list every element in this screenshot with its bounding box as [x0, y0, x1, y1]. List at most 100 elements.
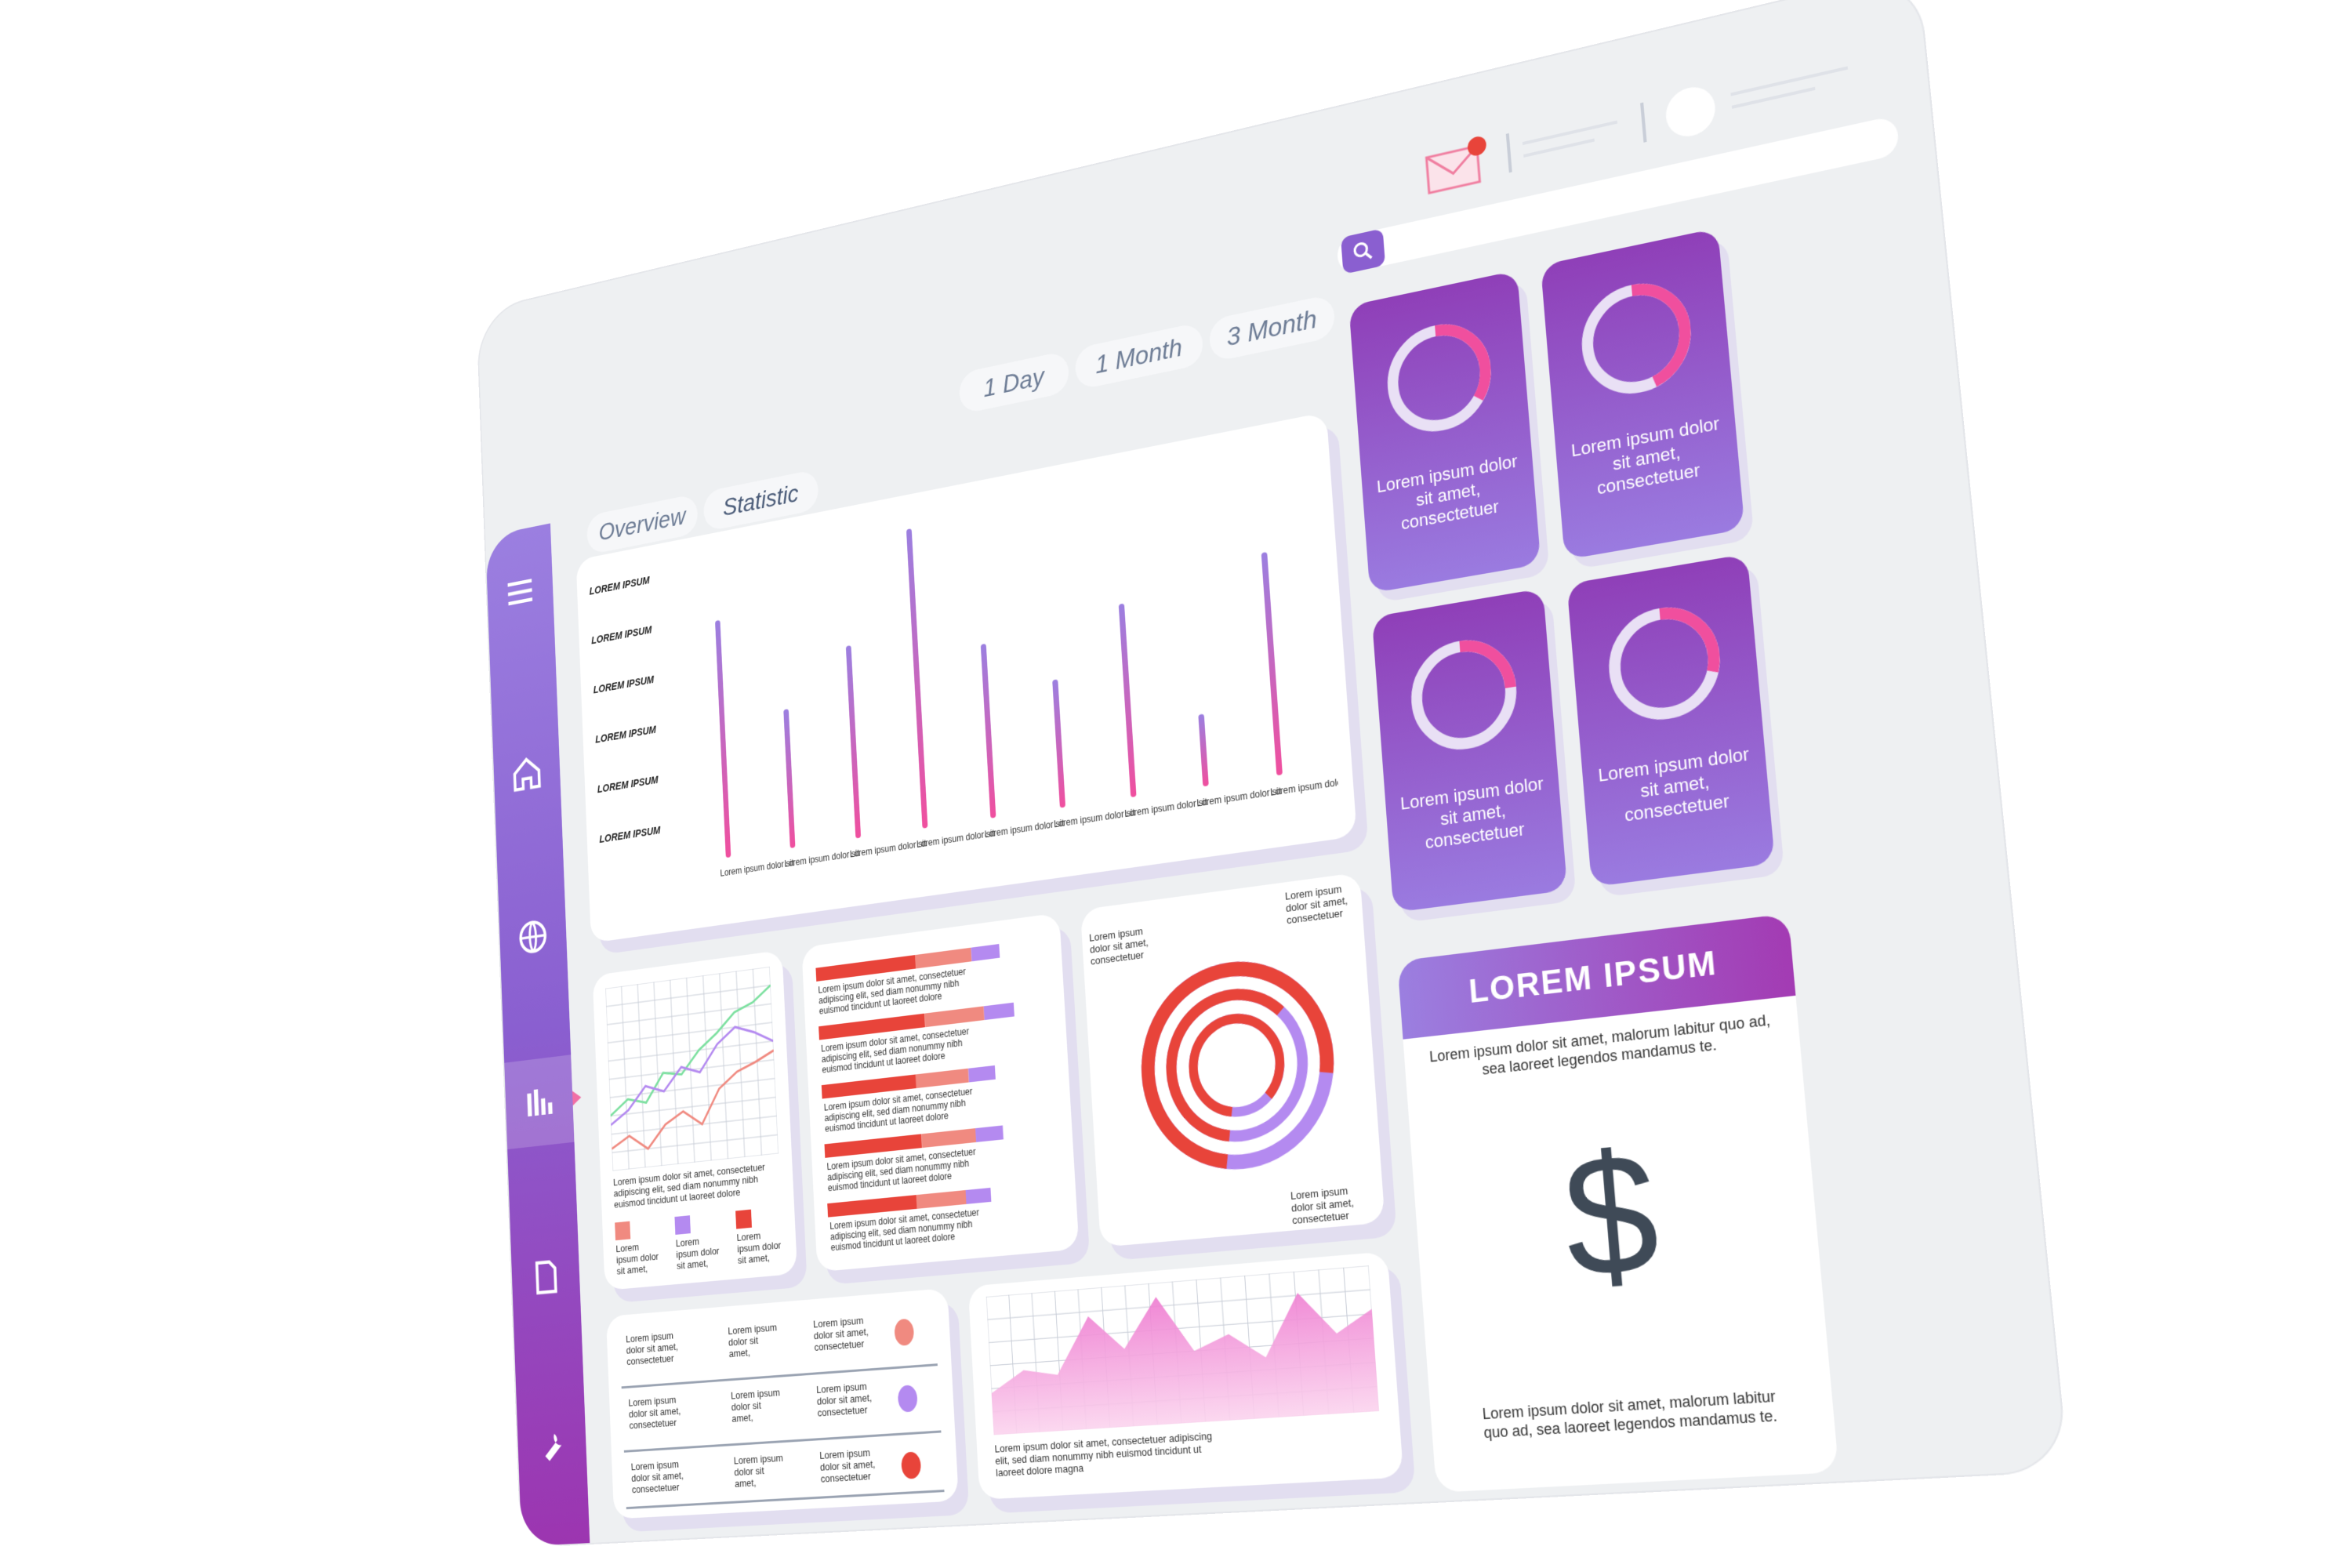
line-chart-card: Lorem ipsum dolor sit amet, consectetuer…	[592, 949, 798, 1291]
list-cell: Lorem ipsum dolor sit amet,	[733, 1451, 784, 1490]
list-cell: Lorem ipsum dolor sit amet,	[728, 1321, 778, 1360]
search-icon	[1350, 237, 1376, 267]
hbar-segment	[915, 947, 972, 969]
progress-text: Lorem ipsum dolor sit amet, consectetuer	[1399, 773, 1544, 853]
area-chart	[986, 1265, 1380, 1436]
sidebar-item-statistics[interactable]	[504, 1054, 582, 1150]
sidebar-item-settings[interactable]	[517, 1400, 588, 1494]
legend-swatch	[674, 1215, 691, 1235]
active-indicator	[572, 1090, 582, 1106]
series-line	[608, 1022, 776, 1125]
dollar-symbol: $	[1557, 1116, 1665, 1314]
progress-card[interactable]: Lorem ipsum dolor sit amet, consectetuer	[1371, 588, 1568, 913]
progress-card[interactable]: Lorem ipsum dolor sit amet, consectetuer	[1566, 554, 1776, 887]
progress-ring	[1598, 592, 1732, 735]
hbar-segment	[916, 1190, 967, 1209]
legend-label: Lorem ipsum dolor sit amet,	[675, 1235, 720, 1272]
range-1month[interactable]: 1 Month	[1074, 321, 1204, 390]
bar-chart-icon	[522, 1080, 557, 1123]
menu-button[interactable]	[486, 544, 554, 640]
sidebar	[485, 523, 590, 1547]
grid-line	[606, 985, 771, 1007]
status-dot	[897, 1385, 918, 1413]
bar	[1198, 713, 1209, 787]
placeholder-line	[1730, 66, 1848, 96]
row-labels: LOREM IPSUM LOREM IPSUM LOREM IPSUM LORE…	[589, 569, 688, 884]
list-cell: Lorem ipsum dolor sit amet, consectetuer	[628, 1393, 681, 1432]
bar-caption: Lorem ipsum dolor sit	[784, 849, 860, 869]
bar	[715, 619, 731, 858]
legend-label: Lorem ipsum dolor sit amet,	[615, 1241, 659, 1277]
grid-line	[612, 1134, 778, 1152]
row-label: LOREM IPSUM	[595, 723, 657, 746]
progress-card[interactable]: Lorem ipsum dolor sit amet, consectetuer	[1348, 270, 1541, 593]
grid-line	[986, 1265, 1369, 1297]
hbar-segment	[916, 1068, 969, 1089]
hbar-segment	[924, 1006, 985, 1028]
donut-chart	[1127, 932, 1351, 1196]
list-cell: Lorem ipsum dolor sit amet, consectetuer	[818, 1446, 876, 1485]
grid-line	[608, 1041, 773, 1062]
row-label: LOREM IPSUM	[597, 773, 659, 795]
bar	[980, 643, 996, 818]
dashboard-device: Overview Statistic 1 Day 1 Month 3 Month…	[477, 0, 2067, 1547]
bar-caption: Lorem ipsum dolor sit	[720, 858, 794, 879]
bar-caption: Lorem ipsum dolor sit	[1270, 775, 1340, 798]
progress-card[interactable]: Lorem ipsum dolor sit amet, consectetuer	[1540, 227, 1745, 561]
range-3month[interactable]: 3 Month	[1208, 293, 1336, 363]
bar	[1118, 603, 1137, 798]
series-line	[606, 985, 776, 1116]
hbar-segment	[971, 944, 1000, 962]
bar	[845, 645, 862, 839]
list-row[interactable]: Lorem ipsum dolor sit amet, consectetuer…	[624, 1442, 945, 1510]
status-dot	[901, 1451, 922, 1479]
grid-line	[608, 1022, 772, 1043]
sidebar-item-home[interactable]	[492, 726, 561, 822]
range-1day[interactable]: 1 Day	[958, 350, 1070, 415]
status-dot	[894, 1318, 915, 1347]
list-row[interactable]: Lorem ipsum dolor sit amet, consectetuer…	[622, 1375, 942, 1453]
row-label: LOREM IPSUM	[599, 824, 661, 845]
avatar[interactable]	[1664, 82, 1718, 141]
bar-caption: Lorem ipsum dolor sit	[1196, 786, 1282, 808]
sidebar-item-document[interactable]	[510, 1230, 581, 1324]
hbar-segment	[968, 1065, 996, 1083]
list-row[interactable]: Lorem ipsum dolor sit amet, consectetuer…	[619, 1308, 938, 1389]
bar-chart-card: LOREM IPSUM LOREM IPSUM LOREM IPSUM LORE…	[575, 412, 1357, 943]
progress-text: Lorem ipsum dolor sit amet, consectetuer	[1570, 412, 1721, 499]
divider	[1505, 132, 1512, 173]
bar	[783, 709, 796, 848]
mail-icon[interactable]	[1421, 132, 1494, 201]
progress-ring	[1401, 625, 1527, 764]
sidebar-item-globe[interactable]	[499, 889, 568, 984]
list-card: Lorem ipsum dolor sit amet, consectetuer…	[605, 1287, 959, 1519]
progress-ring	[1571, 266, 1703, 410]
legend-label: Lorem ipsum dolor sit amet,	[736, 1229, 782, 1266]
hbar-chart-card: Lorem ipsum dolor sit amet, consectetuer…	[801, 913, 1080, 1272]
divider	[1640, 102, 1647, 143]
hbar-segment	[921, 1128, 977, 1149]
grid-line	[607, 1004, 771, 1025]
area-chart-card: Lorem ipsum dolor sit amet, consectetuer…	[967, 1251, 1404, 1500]
hbar-segment	[975, 1125, 1004, 1142]
row-label: LOREM IPSUM	[593, 673, 655, 696]
area-chart-caption: Lorem ipsum dolor sit amet, consectetuer…	[994, 1429, 1213, 1479]
list-cell: Lorem ipsum dolor sit amet,	[730, 1386, 781, 1425]
grid-line	[610, 1079, 775, 1098]
menu-icon	[503, 570, 537, 614]
row-label: LOREM IPSUM	[590, 623, 652, 647]
bar-caption: Lorem ipsum dolor sit	[1124, 797, 1208, 819]
list-cell: Lorem ipsum dolor sit amet, consectetuer	[812, 1314, 869, 1353]
bar-caption: Lorem ipsum dolor sit	[984, 818, 1065, 840]
search-button[interactable]	[1341, 228, 1386, 274]
stage: Overview Statistic 1 Day 1 Month 3 Month…	[0, 0, 2352, 1568]
donut-callout: Lorem ipsum dolor sit amet, consectetuer	[1284, 883, 1348, 927]
document-icon	[528, 1256, 563, 1298]
globe-icon	[516, 915, 550, 958]
line-chart	[605, 967, 779, 1171]
progress-ring	[1377, 307, 1502, 448]
legend-swatch	[615, 1221, 631, 1241]
bar-caption: Lorem ipsum dolor sit	[850, 839, 927, 859]
lorem-card: LOREM IPSUM Lorem ipsum dolor sit amet, …	[1397, 913, 1839, 1493]
lorem-card-footer: Lorem ipsum dolor sit amet, malorum labi…	[1481, 1387, 1778, 1442]
